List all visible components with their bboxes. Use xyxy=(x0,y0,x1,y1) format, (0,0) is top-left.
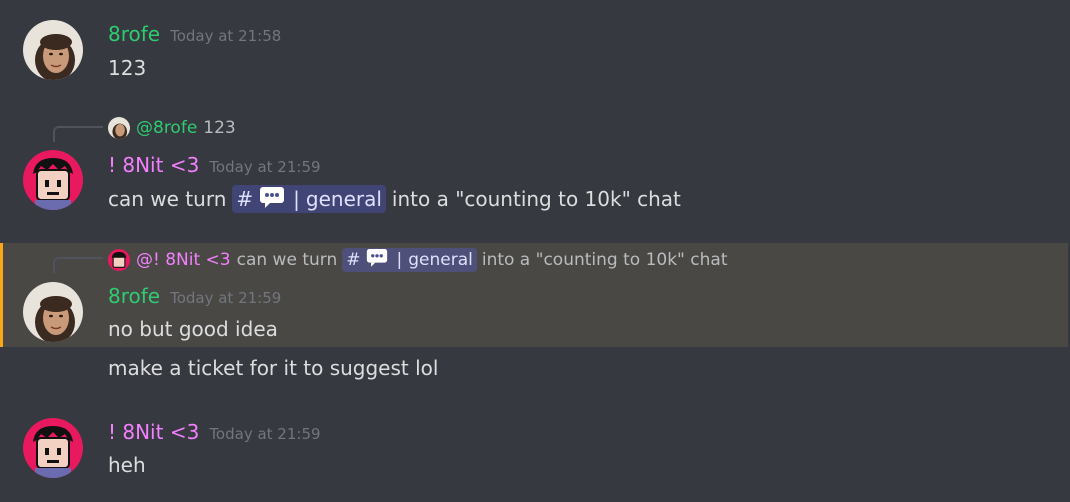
reply-author[interactable]: @! 8Nit <3 xyxy=(136,250,231,270)
message-header: ! 8Nit <3 Today at 21:59 xyxy=(108,420,321,444)
avatar-8rofe[interactable] xyxy=(23,282,83,342)
reply-spine xyxy=(53,126,103,142)
reply-text-before: can we turn xyxy=(236,250,338,270)
timestamp: Today at 21:58 xyxy=(170,27,282,45)
username[interactable]: ! 8Nit <3 xyxy=(108,420,199,444)
username[interactable]: ! 8Nit <3 xyxy=(108,153,199,177)
timestamp: Today at 21:59 xyxy=(209,158,321,176)
reply-text: 123 xyxy=(203,118,236,138)
channel-mention[interactable]: # | general xyxy=(342,248,477,272)
timestamp: Today at 21:59 xyxy=(170,289,282,307)
avatar-8rofe[interactable] xyxy=(23,20,83,80)
message-text: no but good idea xyxy=(108,317,278,341)
mention-separator: | xyxy=(293,187,300,211)
username[interactable]: 8rofe xyxy=(108,284,160,308)
text-after: into a "counting to 10k" chat xyxy=(391,187,681,211)
reply-text-after: into a "counting to 10k" chat xyxy=(481,250,728,270)
avatar-8nit[interactable] xyxy=(23,150,83,210)
mention-separator: | xyxy=(396,250,403,270)
speech-bubble-icon xyxy=(259,186,285,213)
channel-mention[interactable]: # | general xyxy=(232,185,386,213)
hash-icon: # xyxy=(236,187,254,211)
reply-spine xyxy=(53,257,103,273)
hash-icon: # xyxy=(346,250,361,270)
avatar-8nit-image xyxy=(23,150,83,210)
username[interactable]: 8rofe xyxy=(108,22,160,46)
reply-preview[interactable]: @! 8Nit <3 can we turn # | general into … xyxy=(108,248,727,272)
reply-author[interactable]: @8rofe xyxy=(136,118,197,138)
mention-channel-name: general xyxy=(305,187,382,211)
message-text: heh xyxy=(108,453,146,477)
reply-avatar-8rofe xyxy=(108,117,130,139)
message-header: 8rofe Today at 21:59 xyxy=(108,284,281,308)
avatar-8nit[interactable] xyxy=(23,418,83,478)
mention-channel-name: general xyxy=(408,250,473,270)
message-header: 8rofe Today at 21:58 xyxy=(108,22,281,46)
avatar-8nit-image xyxy=(23,418,83,478)
message-followup-text: make a ticket for it to suggest lol xyxy=(108,356,439,380)
text-before: can we turn xyxy=(108,187,227,211)
avatar-8rofe-image xyxy=(23,282,83,342)
timestamp: Today at 21:59 xyxy=(209,425,321,443)
reply-preview[interactable]: @8rofe 123 xyxy=(108,117,236,139)
message-text: can we turn # | general into a "counting… xyxy=(108,185,681,213)
message-text: 123 xyxy=(108,56,147,80)
reply-avatar-8nit xyxy=(108,249,130,271)
message-header: ! 8Nit <3 Today at 21:59 xyxy=(108,153,321,177)
avatar-8rofe-image xyxy=(23,20,83,80)
speech-bubble-icon xyxy=(366,248,388,272)
